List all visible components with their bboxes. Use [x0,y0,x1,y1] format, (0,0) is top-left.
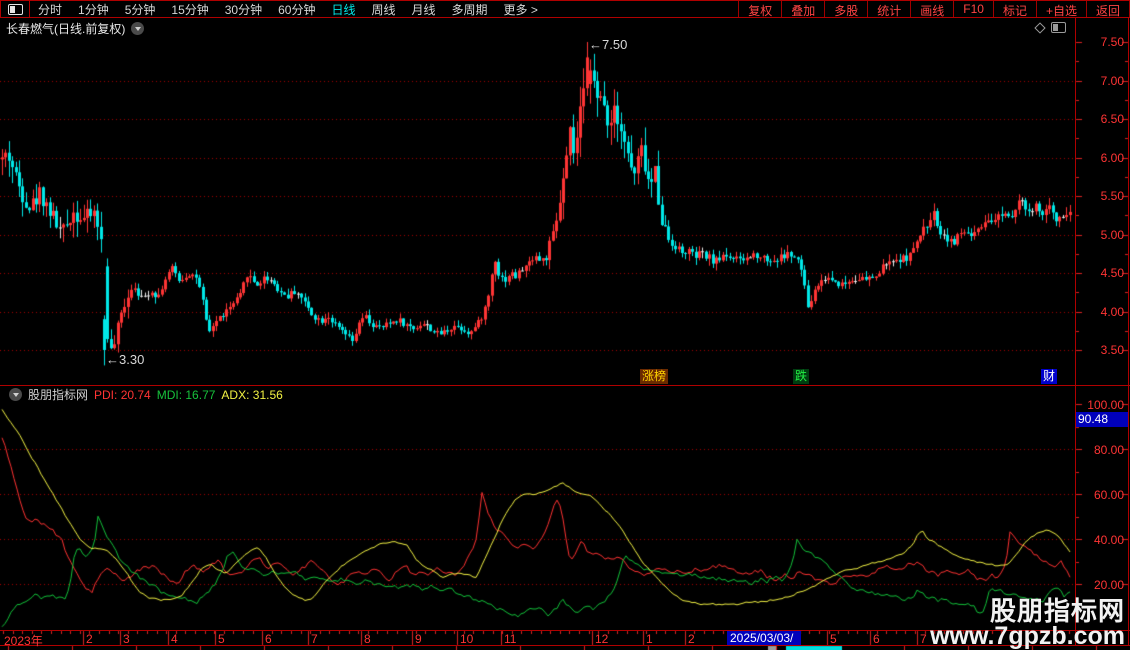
indicator-axis-label: 40.00 [1093,533,1124,547]
toolbar-tool-0[interactable]: 复权 [738,1,781,18]
toolbar-period-2[interactable]: 5分钟 [117,1,164,18]
price-axis-label: 4.00 [1100,304,1124,319]
indicator-current-value-badge: 90.48 [1076,412,1128,427]
right-border-line [1128,18,1129,645]
toolbar-period-0[interactable]: 分时 [30,1,70,18]
chart-canvas[interactable] [0,0,1130,650]
chevron-down-icon [134,27,141,31]
market-badge-0[interactable]: 涨榜 [640,369,669,384]
period-menu: 分时 1分钟 5分钟 15分钟 30分钟 60分钟 日线 周线 月线 多周期 更多 > [30,1,546,18]
toolbar-tool-5[interactable]: F10 [953,1,993,17]
toolbar-tool-4[interactable]: 画线 [910,1,953,18]
toolbar-period-5[interactable]: 60分钟 [270,1,323,18]
price-axis-label: 5.50 [1100,189,1124,203]
xaxis-month-label: 1 [646,632,653,646]
window-layout-button[interactable] [0,1,30,17]
diamond-icon[interactable] [1034,21,1046,34]
price-axis-label: 4.50 [1100,266,1124,280]
toolbar-period-6[interactable]: 日线 [323,1,363,18]
xaxis-month-label: 5 [218,632,225,646]
market-badge-1[interactable]: 跌 [793,369,810,384]
indicator-source-label: 股朋指标网 [28,388,89,402]
watermark: 股朋指标网 www.7gpzb.com [930,598,1125,649]
toolbar-period-10[interactable]: 更多 > [496,1,546,18]
xaxis-month-label: 8 [364,632,371,646]
tools-menu: 复权 叠加 多股 统计 画线 F10 标记 +自选 返回 [738,1,1130,18]
xaxis-month-label: 6 [873,632,880,646]
indicator-collapse-button[interactable] [9,388,22,401]
toolbar-period-1[interactable]: 1分钟 [70,1,117,18]
xaxis-month-label: 11 [504,632,517,646]
top-toolbar: 分时 1分钟 5分钟 15分钟 30分钟 60分钟 日线 周线 月线 多周期 更多 > 复权 叠加 多股… [0,0,1130,18]
indicator-axis-label: 100.00 [1087,398,1124,412]
xaxis-month-label: 12 [595,632,609,646]
chevron-down-icon [12,393,19,397]
split-view-icon[interactable] [1051,22,1066,33]
xaxis-month-label: 3 [123,632,130,646]
adx-value-label: ADX: 31.56 [221,387,283,402]
xaxis-month-label: 10 [460,632,474,646]
watermark-url: www.7gpzb.com [930,622,1125,650]
low-annotation: ←3.30 [106,352,145,367]
xaxis-month-label: 7 [920,632,927,646]
xaxis-month-label: 2 [688,632,695,646]
yaxis-line [1075,18,1076,645]
high-annotation: ←7.50 [589,37,628,52]
page-title: 长春燃气(日线.前复权) [6,22,126,36]
price-axis-label: 3.50 [1100,343,1124,357]
price-axis-label: 7.50 [1100,35,1124,49]
mdi-value-label: MDI: 16.77 [156,387,216,402]
xaxis-month-label: 9 [415,632,422,646]
xaxis-month-label: 2023年 [4,634,43,648]
toolbar-tool-8[interactable]: 返回 [1085,1,1130,18]
xaxis-month-label: 7 [311,632,318,646]
toolbar-tool-2[interactable]: 多股 [824,1,867,18]
indicator-header: 股朋指标网 PDI: 20.74 MDI: 16.77 ADX: 31.56 [3,386,283,403]
price-axis-label: 6.00 [1100,150,1124,165]
price-axis-label: 7.00 [1100,73,1124,88]
xaxis-month-label: 6 [265,632,272,646]
toolbar-period-4[interactable]: 30分钟 [217,1,270,18]
selected-date-badge: 2025/03/03/— [727,631,801,650]
title-dropdown-button[interactable] [131,22,145,35]
toolbar-tool-3[interactable]: 统计 [867,1,910,18]
xaxis-month-label: 2 [86,632,93,646]
market-badge-2[interactable]: 财 [1041,369,1058,384]
indicator-axis-label: 80.00 [1093,443,1124,457]
toolbar-period-8[interactable]: 月线 [404,1,444,18]
toolbar-period-9[interactable]: 多周期 [444,1,496,18]
split-pane-icon [7,3,23,15]
toolbar-period-7[interactable]: 周线 [363,1,403,18]
toolbar-period-3[interactable]: 15分钟 [163,1,216,18]
xaxis-month-label: 4 [171,632,178,646]
toolbar-tool-1[interactable]: 叠加 [781,1,824,18]
xaxis-month-label: 5 [830,632,837,646]
title-bar: 长春燃气(日线.前复权) [0,19,1075,38]
indicator-axis-label: 20.00 [1093,578,1124,592]
price-axis-label: 6.50 [1100,112,1124,126]
indicator-axis-label: 60.00 [1093,488,1124,502]
toolbar-tool-7[interactable]: +自选 [1035,1,1086,18]
toolbar-tool-6[interactable]: 标记 [992,1,1036,18]
pane-icons [1034,21,1066,34]
pdi-value-label: PDI: 20.74 [94,387,151,402]
price-axis-label: 5.00 [1100,227,1124,242]
watermark-brand: 股朋指标网 [989,596,1125,626]
app-window: 分时 1分钟 5分钟 15分钟 30分钟 60分钟 日线 周线 月线 多周期 更多 > 复权 叠加 多股… [0,0,1130,650]
